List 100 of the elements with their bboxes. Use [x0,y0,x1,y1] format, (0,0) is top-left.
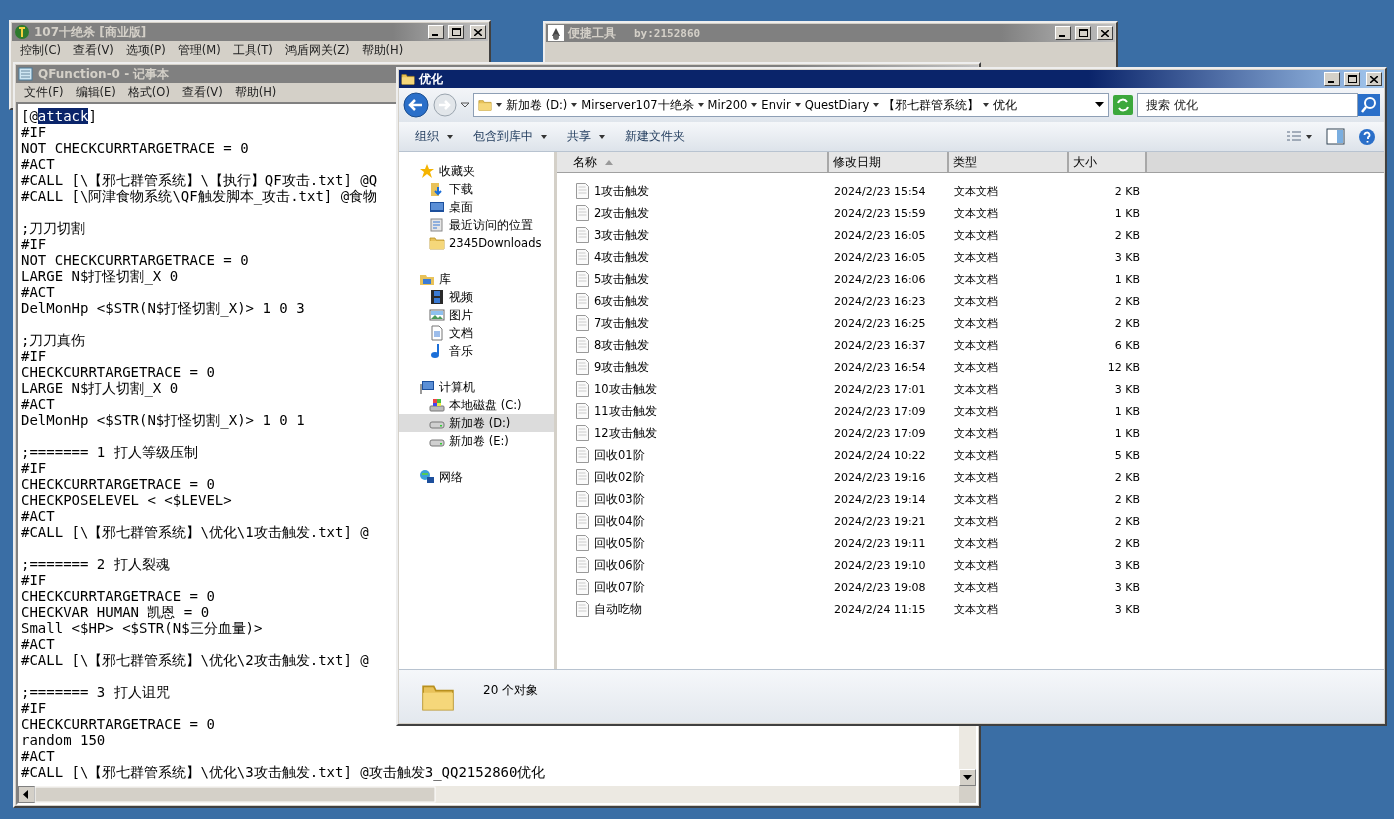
menu-item[interactable]: 查看(V) [175,85,229,100]
column-header[interactable]: 名称 [557,152,829,172]
file-name[interactable]: 2攻击触发 [594,205,650,221]
minimize-button[interactable] [428,25,444,39]
menu-item[interactable]: 格式(O) [121,85,176,100]
nav-item[interactable]: 新加卷 (E:) [399,432,554,450]
file-name[interactable]: 11攻击触发 [594,403,657,419]
nav-item[interactable]: 视频 [399,288,554,306]
file-name[interactable]: 6攻击触发 [594,293,650,309]
file-type: 文本文档 [953,469,999,485]
file-name[interactable]: 回收03阶 [594,491,645,507]
code-line: #CALL [\【邪七群管系统】\优化\2攻击触发.txt] @ [21,652,369,668]
nav-item[interactable]: 音乐 [399,342,554,360]
column-header[interactable]: 类型 [949,152,1069,172]
toolbar-button[interactable]: 组织 [407,125,461,148]
app-logo-icon [14,24,30,40]
address-bar[interactable]: 新加卷 (D:) Mirserver107十绝杀 Mir200 Envir QuestDiary 【邪七群管系统】 优化 [473,93,1109,117]
menu-item[interactable]: 帮助(H) [355,43,410,58]
file-name[interactable]: 回收06阶 [594,557,645,573]
breadcrumb-item[interactable]: Mirserver107十绝杀 [581,97,694,113]
breadcrumb-item[interactable]: 优化 [993,97,1018,113]
file-name[interactable]: 回收07阶 [594,579,645,595]
code-line: LARGE N$打怪切割_X 0 [21,268,179,284]
file-name[interactable]: 回收04阶 [594,513,645,529]
toolbar-button[interactable]: 包含到库中 [465,125,555,148]
preview-pane-icon[interactable] [1326,127,1346,146]
file-name[interactable]: 12攻击触发 [594,425,657,441]
scroll-down-button[interactable] [959,769,976,786]
menu-item[interactable]: 查看(V) [67,43,120,58]
menu-item[interactable]: 工具(T) [226,43,279,58]
file-name[interactable]: 5攻击触发 [594,271,650,287]
file-name[interactable]: 回收05阶 [594,535,645,551]
maximize-button[interactable] [448,25,464,39]
column-header[interactable]: 修改日期 [829,152,949,172]
close-button[interactable] [1097,26,1113,40]
horizontal-scrollbar[interactable] [18,786,959,803]
nav-item[interactable]: 新加卷 (D:) [399,414,554,432]
text-file-icon [576,425,589,441]
breadcrumb-item[interactable]: Envir [761,98,791,112]
file-name[interactable]: 4攻击触发 [594,249,650,265]
nav-item[interactable]: 2345Downloads [399,234,554,252]
breadcrumb-item[interactable]: Mir200 [707,98,748,112]
nav-item[interactable]: 网络 [399,468,554,486]
minimize-button[interactable] [1324,72,1340,86]
file-date: 2024/2/23 16:25 [833,316,927,330]
minimize-button[interactable] [1055,26,1071,40]
file-size: 2 KB [1113,492,1140,506]
menu-item[interactable]: 选项(P) [119,43,172,58]
dropdown-caret-icon[interactable] [1095,102,1104,108]
file-name[interactable]: 自动吃物 [594,601,642,617]
file-name[interactable]: 回收02阶 [594,469,645,485]
close-button[interactable] [1366,72,1382,86]
scroll-corner [959,786,976,803]
search-field[interactable]: 搜索 优化 [1137,93,1358,117]
nav-item[interactable]: 计算机 [399,378,554,396]
maximize-button[interactable] [1344,72,1360,86]
text-file-icon [576,579,589,595]
file-name[interactable]: 9攻击触发 [594,359,650,375]
toolbar-button[interactable]: 新建文件夹 [617,125,693,148]
menu-item[interactable]: 鸿盾网关(Z) [278,43,356,58]
breadcrumb-item[interactable]: QuestDiary [804,98,870,112]
back-button[interactable] [403,92,429,118]
nav-item[interactable]: 本地磁盘 (C:) [399,396,554,414]
menu-item[interactable]: 编辑(E) [69,85,122,100]
file-name[interactable]: 8攻击触发 [594,337,650,353]
file-type: 文本文档 [953,249,999,265]
file-size: 2 KB [1113,536,1140,550]
dropdown-caret-icon[interactable] [461,102,469,108]
file-name[interactable]: 10攻击触发 [594,381,657,397]
file-name[interactable]: 回收01阶 [594,447,645,463]
window-subtitle: by:2152860 [634,26,701,40]
nav-item[interactable]: 收藏夹 [399,162,554,180]
column-header[interactable]: 大小 [1069,152,1147,172]
nav-item[interactable]: 图片 [399,306,554,324]
file-name[interactable]: 1攻击触发 [594,183,650,199]
help-icon[interactable] [1358,127,1376,146]
nav-item[interactable]: 最近访问的位置 [399,216,554,234]
toolbar-button[interactable]: 共享 [559,125,613,148]
menu-item[interactable]: 文件(F) [18,85,70,100]
file-date: 2024/2/23 17:01 [833,382,927,396]
file-size: 3 KB [1113,558,1140,572]
search-icon[interactable] [1358,94,1380,116]
code-line: #ACT [21,156,55,172]
maximize-button[interactable] [1075,26,1091,40]
nav-item[interactable]: 下载 [399,180,554,198]
menu-item[interactable]: 控制(C) [14,43,67,58]
menu-item[interactable]: 帮助(H) [228,85,283,100]
breadcrumb-item[interactable]: 【邪七群管系统】 [883,97,980,113]
nav-item[interactable]: 文档 [399,324,554,342]
nav-item[interactable]: 桌面 [399,198,554,216]
file-name[interactable]: 3攻击触发 [594,227,650,243]
code-line: DelMonHp <$STR(N$打怪切割_X)> 1 0 3 [21,300,305,316]
breadcrumb-item[interactable]: 新加卷 (D:) [506,97,568,113]
code-line: #CALL [\【邪七群管系统】\【执行】QF攻击.txt] @Q [21,172,378,188]
nav-item[interactable]: 库 [399,270,554,288]
close-button[interactable] [470,25,486,39]
file-name[interactable]: 7攻击触发 [594,315,650,331]
menu-item[interactable]: 管理(M) [171,43,227,58]
file-size: 3 KB [1113,602,1140,616]
refresh-button[interactable] [1113,95,1133,115]
